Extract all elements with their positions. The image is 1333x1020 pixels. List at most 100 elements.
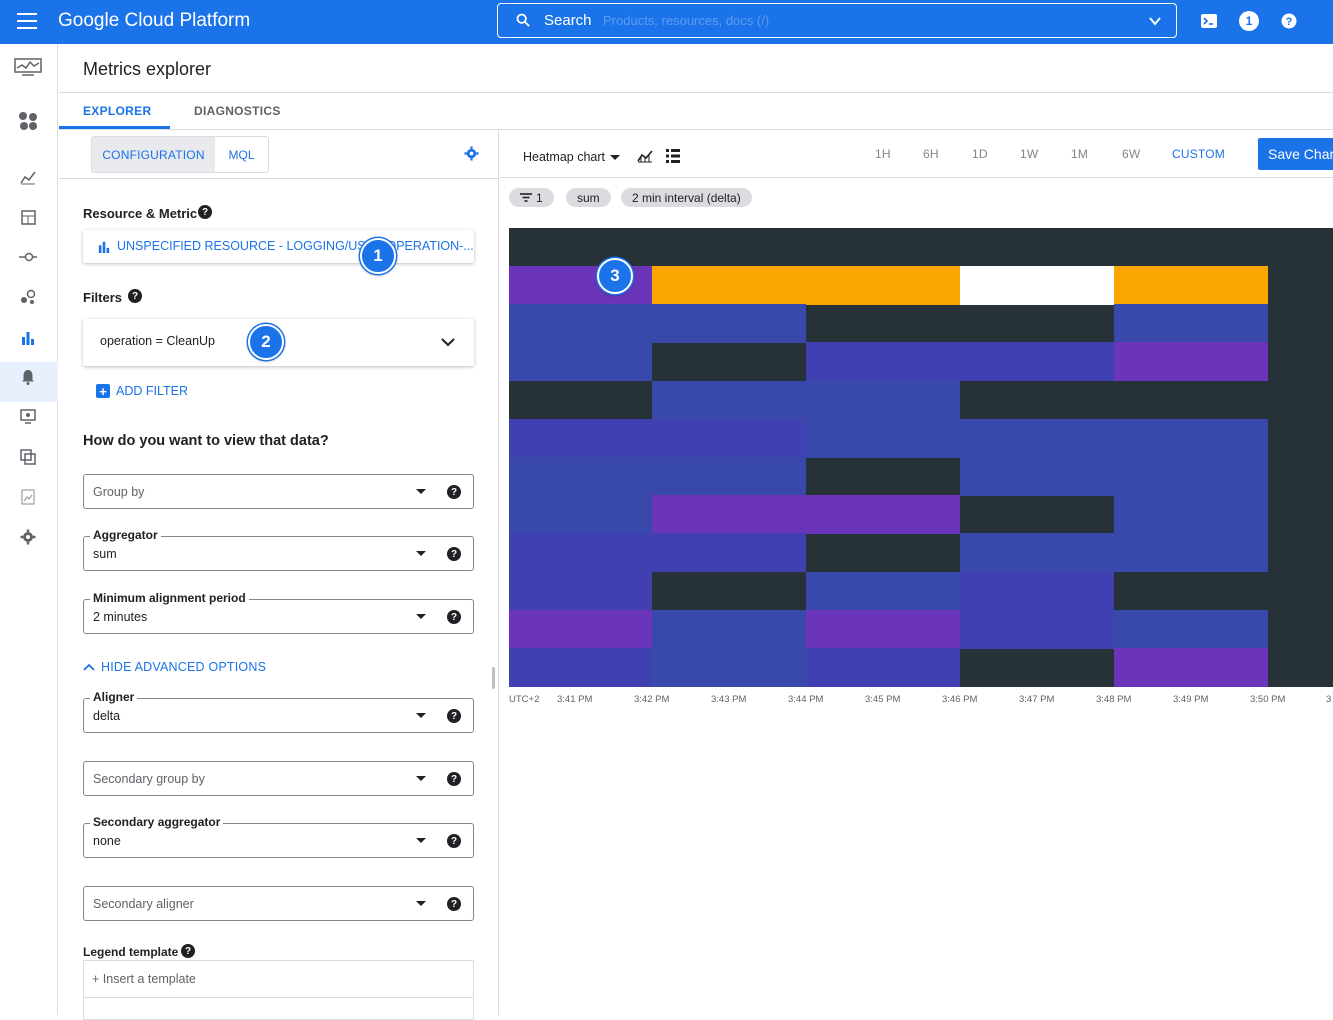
chevron-down-icon[interactable] xyxy=(1148,14,1162,28)
min-alignment-period-select[interactable]: Minimum alignment period 2 minutes ? xyxy=(83,591,474,634)
aligner-select[interactable]: Aligner delta ? xyxy=(83,690,474,733)
heatmap-cell[interactable] xyxy=(509,418,652,458)
heatmap-cell[interactable] xyxy=(960,571,1114,611)
heatmap-cell[interactable] xyxy=(806,418,960,458)
heatmap-cell[interactable] xyxy=(806,342,960,382)
heatmap-cell[interactable] xyxy=(509,304,652,344)
resource-metric-selector[interactable]: UNSPECIFIED RESOURCE - LOGGING/USER/OPER… xyxy=(83,230,474,263)
panel-resize-handle[interactable] xyxy=(492,667,495,689)
help-icon[interactable]: ? xyxy=(198,205,212,219)
heatmap-cell[interactable] xyxy=(1114,457,1268,496)
series-count-chip[interactable]: 1 xyxy=(509,188,554,207)
heatmap-cell[interactable] xyxy=(652,609,806,649)
cloud-shell-icon[interactable] xyxy=(1199,11,1219,31)
tab-configuration[interactable]: CONFIGURATION xyxy=(92,137,215,172)
heatmap-cell[interactable] xyxy=(509,533,652,573)
snapshots-icon[interactable] xyxy=(17,486,39,508)
help-icon[interactable]: ? xyxy=(128,289,142,303)
help-icon[interactable]: ? xyxy=(447,897,461,911)
heatmap-cell[interactable] xyxy=(960,418,1114,458)
table-view-icon[interactable] xyxy=(666,149,680,163)
group-by-select[interactable]: Group by ? xyxy=(83,474,474,509)
dashboards-chart-icon[interactable] xyxy=(17,166,39,188)
legend-template-input[interactable]: + Insert a template xyxy=(83,960,474,1020)
help-icon[interactable]: ? xyxy=(447,485,461,499)
tab-mql[interactable]: MQL xyxy=(215,137,268,172)
heatmap-cell[interactable] xyxy=(806,648,960,687)
help-icon[interactable]: ? xyxy=(447,610,461,624)
heatmap-cell[interactable] xyxy=(960,533,1114,573)
help-icon[interactable]: ? xyxy=(181,944,195,958)
help-icon[interactable]: ? xyxy=(447,772,461,786)
services-icon[interactable] xyxy=(17,246,39,268)
menu-icon[interactable] xyxy=(17,13,37,29)
heatmap-cell[interactable] xyxy=(509,457,652,496)
heatmap-cell[interactable] xyxy=(1114,495,1268,535)
heatmap-cell[interactable] xyxy=(960,457,1114,496)
integrations-icon[interactable] xyxy=(17,286,39,308)
search-bar[interactable]: Search Products, resources, docs (/) xyxy=(497,3,1177,38)
heatmap-cell[interactable] xyxy=(509,648,652,687)
heatmap-cell[interactable] xyxy=(806,380,960,420)
heatmap-cell[interactable] xyxy=(1114,648,1268,687)
heatmap-cell[interactable] xyxy=(960,342,1114,382)
metrics-explorer-icon[interactable] xyxy=(17,327,39,349)
overview-icon[interactable] xyxy=(17,110,39,132)
secondary-aligner-select[interactable]: Secondary aligner ? xyxy=(83,886,474,921)
heatmap-cell[interactable] xyxy=(806,571,960,611)
save-chart-button[interactable]: Save Chart xyxy=(1258,138,1333,170)
heatmap-cell[interactable] xyxy=(652,418,806,458)
heatmap-cell[interactable] xyxy=(806,609,960,649)
heatmap-cell[interactable] xyxy=(509,495,652,535)
heatmap-cell[interactable] xyxy=(1114,266,1268,305)
chevron-down-icon[interactable] xyxy=(441,337,455,347)
heatmap-chart[interactable] xyxy=(509,228,1333,687)
line-chart-icon[interactable] xyxy=(637,149,653,163)
settings-gear-icon[interactable] xyxy=(17,526,39,548)
time-range-1w[interactable]: 1W xyxy=(1020,147,1038,161)
time-range-1h[interactable]: 1H xyxy=(875,147,891,161)
help-icon[interactable]: ? xyxy=(447,834,461,848)
heatmap-cell[interactable] xyxy=(960,609,1114,649)
interval-chip[interactable]: 2 min interval (delta) xyxy=(621,188,752,207)
help-icon[interactable]: ? xyxy=(1279,11,1299,31)
time-range-1m[interactable]: 1M xyxy=(1071,147,1088,161)
notifications-badge[interactable]: 1 xyxy=(1239,11,1259,31)
settings-gear-icon[interactable] xyxy=(464,146,479,161)
help-icon[interactable]: ? xyxy=(447,547,461,561)
groups-icon[interactable] xyxy=(17,446,39,468)
heatmap-cell[interactable] xyxy=(1114,304,1268,344)
add-filter-button[interactable]: + ADD FILTER xyxy=(96,384,188,399)
heatmap-cell[interactable] xyxy=(1114,342,1268,382)
heatmap-cell[interactable] xyxy=(652,266,806,305)
heatmap-cell[interactable] xyxy=(509,342,652,382)
chart-type-select[interactable]: Heatmap chart xyxy=(523,150,620,164)
secondary-group-by-select[interactable]: Secondary group by ? xyxy=(83,761,474,796)
heatmap-cell[interactable] xyxy=(509,571,652,611)
secondary-aggregator-select[interactable]: Secondary aggregator none ? xyxy=(83,815,474,858)
brand-title[interactable]: Google Cloud Platform xyxy=(58,10,250,32)
heatmap-cell[interactable] xyxy=(652,495,806,535)
tab-explorer[interactable]: EXPLORER xyxy=(83,104,151,118)
alerting-bell-icon[interactable] xyxy=(17,366,39,388)
heatmap-cell[interactable] xyxy=(1114,533,1268,573)
aggregation-chip[interactable]: sum xyxy=(566,188,611,207)
heatmap-cell[interactable] xyxy=(509,609,652,649)
heatmap-cell[interactable] xyxy=(806,495,960,535)
time-range-1d[interactable]: 1D xyxy=(972,147,988,161)
aggregator-select[interactable]: Aggregator sum ? xyxy=(83,528,474,571)
heatmap-cell[interactable] xyxy=(652,533,806,573)
heatmap-cell[interactable] xyxy=(960,266,1114,305)
time-range-6h[interactable]: 6H xyxy=(923,147,939,161)
heatmap-cell[interactable] xyxy=(806,266,960,305)
uptime-checks-icon[interactable] xyxy=(17,406,39,428)
search-placeholder[interactable]: Products, resources, docs (/) xyxy=(603,13,769,28)
time-range-6w[interactable]: 6W xyxy=(1122,147,1140,161)
time-range-custom[interactable]: CUSTOM xyxy=(1172,147,1225,161)
hide-advanced-options-button[interactable]: HIDE ADVANCED OPTIONS xyxy=(83,660,266,674)
dashboards-icon[interactable] xyxy=(17,206,39,228)
heatmap-cell[interactable] xyxy=(652,304,806,344)
heatmap-cell[interactable] xyxy=(652,457,806,496)
tab-diagnostics[interactable]: DIAGNOSTICS xyxy=(194,104,281,118)
heatmap-cell[interactable] xyxy=(1114,418,1268,458)
